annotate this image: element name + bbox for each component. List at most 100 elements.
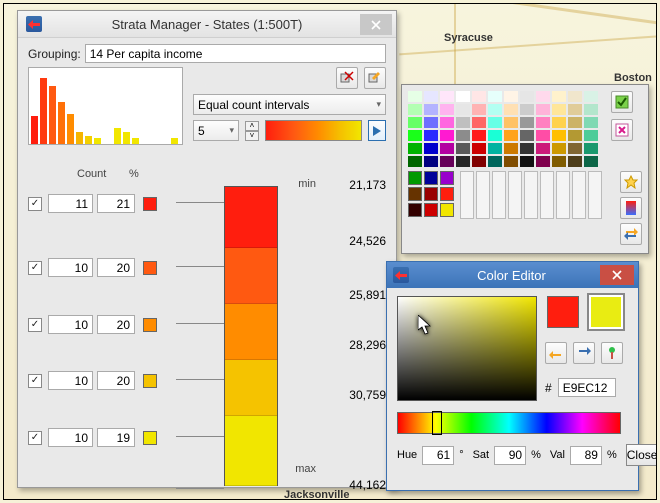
palette-cell[interactable]: [456, 91, 470, 102]
palette-cell[interactable]: [488, 104, 502, 115]
palette-cell[interactable]: [440, 104, 454, 115]
palette-cell[interactable]: [472, 156, 486, 167]
palette-cell[interactable]: [408, 156, 422, 167]
count-spinner[interactable]: ˄˅: [245, 121, 259, 141]
redo-color-button[interactable]: [573, 342, 595, 364]
palette-cell[interactable]: [520, 130, 534, 141]
palette-cell[interactable]: [520, 156, 534, 167]
break-value[interactable]: 44,162: [326, 478, 386, 492]
custom-swatch[interactable]: [440, 187, 454, 201]
close-icon[interactable]: [600, 265, 634, 285]
gradient-preview[interactable]: [265, 120, 362, 141]
palette-cell[interactable]: [584, 130, 598, 141]
break-value[interactable]: 21,173: [326, 178, 386, 192]
custom-swatch[interactable]: [408, 171, 422, 185]
palette-cell[interactable]: [440, 91, 454, 102]
palette-cell[interactable]: [504, 91, 518, 102]
palette-cell[interactable]: [488, 143, 502, 154]
palette-cell[interactable]: [504, 130, 518, 141]
palette-cell[interactable]: [408, 143, 422, 154]
row-checkbox[interactable]: ✓: [28, 318, 42, 332]
hue-marker[interactable]: [432, 411, 442, 435]
count-input[interactable]: [48, 194, 93, 213]
gradient-apply-button[interactable]: [368, 120, 386, 141]
custom-swatch[interactable]: [424, 171, 438, 185]
sat-input[interactable]: [494, 446, 526, 465]
hex-input[interactable]: [558, 378, 616, 397]
palette-cell[interactable]: [552, 130, 566, 141]
palette-cell[interactable]: [552, 91, 566, 102]
palette-cell[interactable]: [520, 104, 534, 115]
palette-cell[interactable]: [456, 104, 470, 115]
palette-cell[interactable]: [504, 156, 518, 167]
palette-cell[interactable]: [456, 117, 470, 128]
palette-cell[interactable]: [424, 156, 438, 167]
interval-method-select[interactable]: Equal count intervals▾: [193, 94, 386, 115]
palette-cell[interactable]: [408, 91, 422, 102]
palette-cell[interactable]: [552, 104, 566, 115]
palette-cell[interactable]: [552, 117, 566, 128]
palette-cell[interactable]: [584, 104, 598, 115]
row-color-swatch[interactable]: [143, 261, 157, 275]
palette-cell[interactable]: [424, 130, 438, 141]
palette-cell[interactable]: [552, 143, 566, 154]
row-checkbox[interactable]: ✓: [28, 374, 42, 388]
break-value[interactable]: 28,296: [326, 338, 386, 352]
hue-input[interactable]: [422, 446, 454, 465]
custom-swatch[interactable]: [408, 203, 422, 217]
palette-cell[interactable]: [408, 104, 422, 115]
palette-cell[interactable]: [536, 130, 550, 141]
palette-cell[interactable]: [472, 130, 486, 141]
palette-cell[interactable]: [504, 104, 518, 115]
palette-cell[interactable]: [456, 156, 470, 167]
row-color-swatch[interactable]: [143, 431, 157, 445]
count-input[interactable]: [48, 315, 93, 334]
palette-cell[interactable]: [568, 130, 582, 141]
sv-field[interactable]: [397, 296, 537, 401]
palette-cell[interactable]: [440, 156, 454, 167]
palette-cell[interactable]: [440, 143, 454, 154]
add-strata-button[interactable]: [364, 67, 386, 89]
palette-cell[interactable]: [568, 91, 582, 102]
palette-cell[interactable]: [584, 143, 598, 154]
palette-cell[interactable]: [472, 117, 486, 128]
palette-cell[interactable]: [584, 91, 598, 102]
palette-cell[interactable]: [536, 117, 550, 128]
palette-cancel-button[interactable]: [611, 119, 633, 141]
palette-cell[interactable]: [408, 130, 422, 141]
palette-cell[interactable]: [536, 104, 550, 115]
palette-cell[interactable]: [536, 91, 550, 102]
row-color-swatch[interactable]: [143, 197, 157, 211]
palette-cell[interactable]: [488, 91, 502, 102]
palette-swap-button[interactable]: [620, 223, 642, 245]
count-input[interactable]: [48, 428, 93, 447]
eyedropper-button[interactable]: [601, 342, 623, 364]
palette-cell[interactable]: [520, 117, 534, 128]
palette-cell[interactable]: [424, 91, 438, 102]
palette-cell[interactable]: [536, 143, 550, 154]
count-input[interactable]: [48, 371, 93, 390]
palette-cell[interactable]: [424, 104, 438, 115]
percent-input[interactable]: [97, 194, 135, 213]
palette-cell[interactable]: [520, 91, 534, 102]
palette-cell[interactable]: [456, 143, 470, 154]
palette-cell[interactable]: [440, 130, 454, 141]
palette-cell[interactable]: [552, 156, 566, 167]
custom-swatch[interactable]: [440, 203, 454, 217]
palette-cell[interactable]: [488, 117, 502, 128]
palette-cell[interactable]: [472, 91, 486, 102]
remove-strata-button[interactable]: [336, 67, 358, 89]
break-value[interactable]: 30,759: [326, 388, 386, 402]
row-checkbox[interactable]: ✓: [28, 261, 42, 275]
percent-input[interactable]: [97, 315, 135, 334]
interval-count-select[interactable]: 5▾: [193, 120, 239, 141]
palette-cell[interactable]: [488, 130, 502, 141]
undo-color-button[interactable]: [545, 342, 567, 364]
palette-cell[interactable]: [520, 143, 534, 154]
palette-cell[interactable]: [472, 143, 486, 154]
close-icon[interactable]: [360, 14, 392, 35]
palette-cell[interactable]: [536, 156, 550, 167]
palette-cell[interactable]: [440, 117, 454, 128]
custom-swatches[interactable]: [408, 171, 454, 245]
break-value[interactable]: 24,526: [326, 234, 386, 248]
